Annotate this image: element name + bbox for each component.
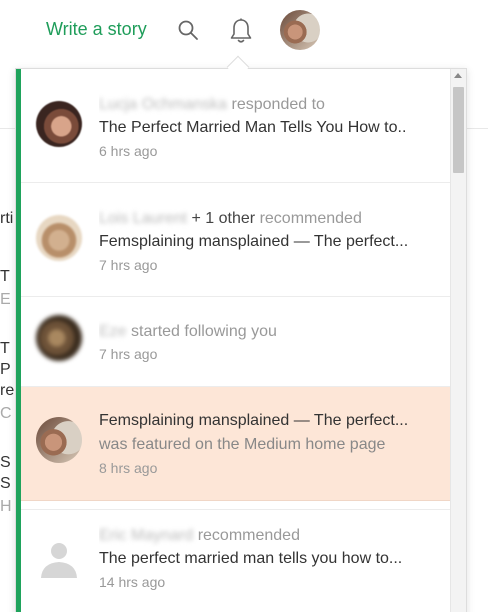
- action-text: recommended: [259, 210, 362, 227]
- timestamp: 7 hrs ago: [99, 346, 158, 362]
- notification-item[interactable]: Lucja Ochmanska responded to The Perfect…: [21, 69, 452, 183]
- timestamp: 14 hrs ago: [99, 574, 166, 590]
- story-title[interactable]: The Perfect Married Man Tells You How to…: [99, 116, 442, 140]
- top-navigation: Write a story: [0, 0, 488, 62]
- notification-item[interactable]: Eze started following you 7 hrs ago: [21, 297, 452, 387]
- avatar: [36, 417, 82, 463]
- scroll-up-icon[interactable]: [454, 73, 462, 78]
- featured-text: was featured on the Medium home page: [99, 436, 386, 453]
- bell-icon[interactable]: [228, 17, 254, 45]
- scrollbar-thumb[interactable]: [453, 87, 464, 173]
- actor-name[interactable]: Eze: [99, 323, 127, 340]
- notification-item[interactable]: Eric Maynard recommended The perfect mar…: [21, 509, 452, 612]
- actor-name[interactable]: Lucja Ochmanska: [99, 96, 227, 113]
- notification-item[interactable]: Lois Laurent + 1 other recommended Femsp…: [21, 183, 452, 297]
- timestamp: 8 hrs ago: [99, 460, 158, 476]
- avatar: [36, 101, 82, 147]
- notification-item-featured[interactable]: Femsplaining mansplained — The perfect..…: [21, 387, 452, 501]
- actor-name[interactable]: Lois Laurent: [99, 210, 187, 227]
- action-text: responded to: [231, 96, 325, 113]
- timestamp: 7 hrs ago: [99, 257, 158, 273]
- action-text: started following you: [131, 323, 277, 340]
- notifications-dropdown: Lucja Ochmanska responded to The Perfect…: [15, 68, 467, 612]
- story-title[interactable]: Femsplaining mansplained — The perfect..…: [99, 230, 442, 254]
- timestamp: 6 hrs ago: [99, 143, 158, 159]
- write-story-link[interactable]: Write a story: [46, 19, 147, 40]
- scrollbar[interactable]: [450, 69, 466, 612]
- user-avatar-button[interactable]: [280, 10, 320, 50]
- story-title[interactable]: The perfect married man tells you how to…: [99, 547, 442, 571]
- avatar: [36, 315, 82, 361]
- story-title[interactable]: Femsplaining mansplained — The perfect..…: [99, 409, 442, 433]
- avatar: [36, 215, 82, 261]
- default-avatar-icon: [36, 536, 82, 582]
- others-count[interactable]: + 1 other: [192, 210, 256, 227]
- actor-name[interactable]: Eric Maynard: [99, 527, 193, 544]
- search-icon[interactable]: [177, 19, 199, 41]
- action-text: recommended: [197, 527, 300, 544]
